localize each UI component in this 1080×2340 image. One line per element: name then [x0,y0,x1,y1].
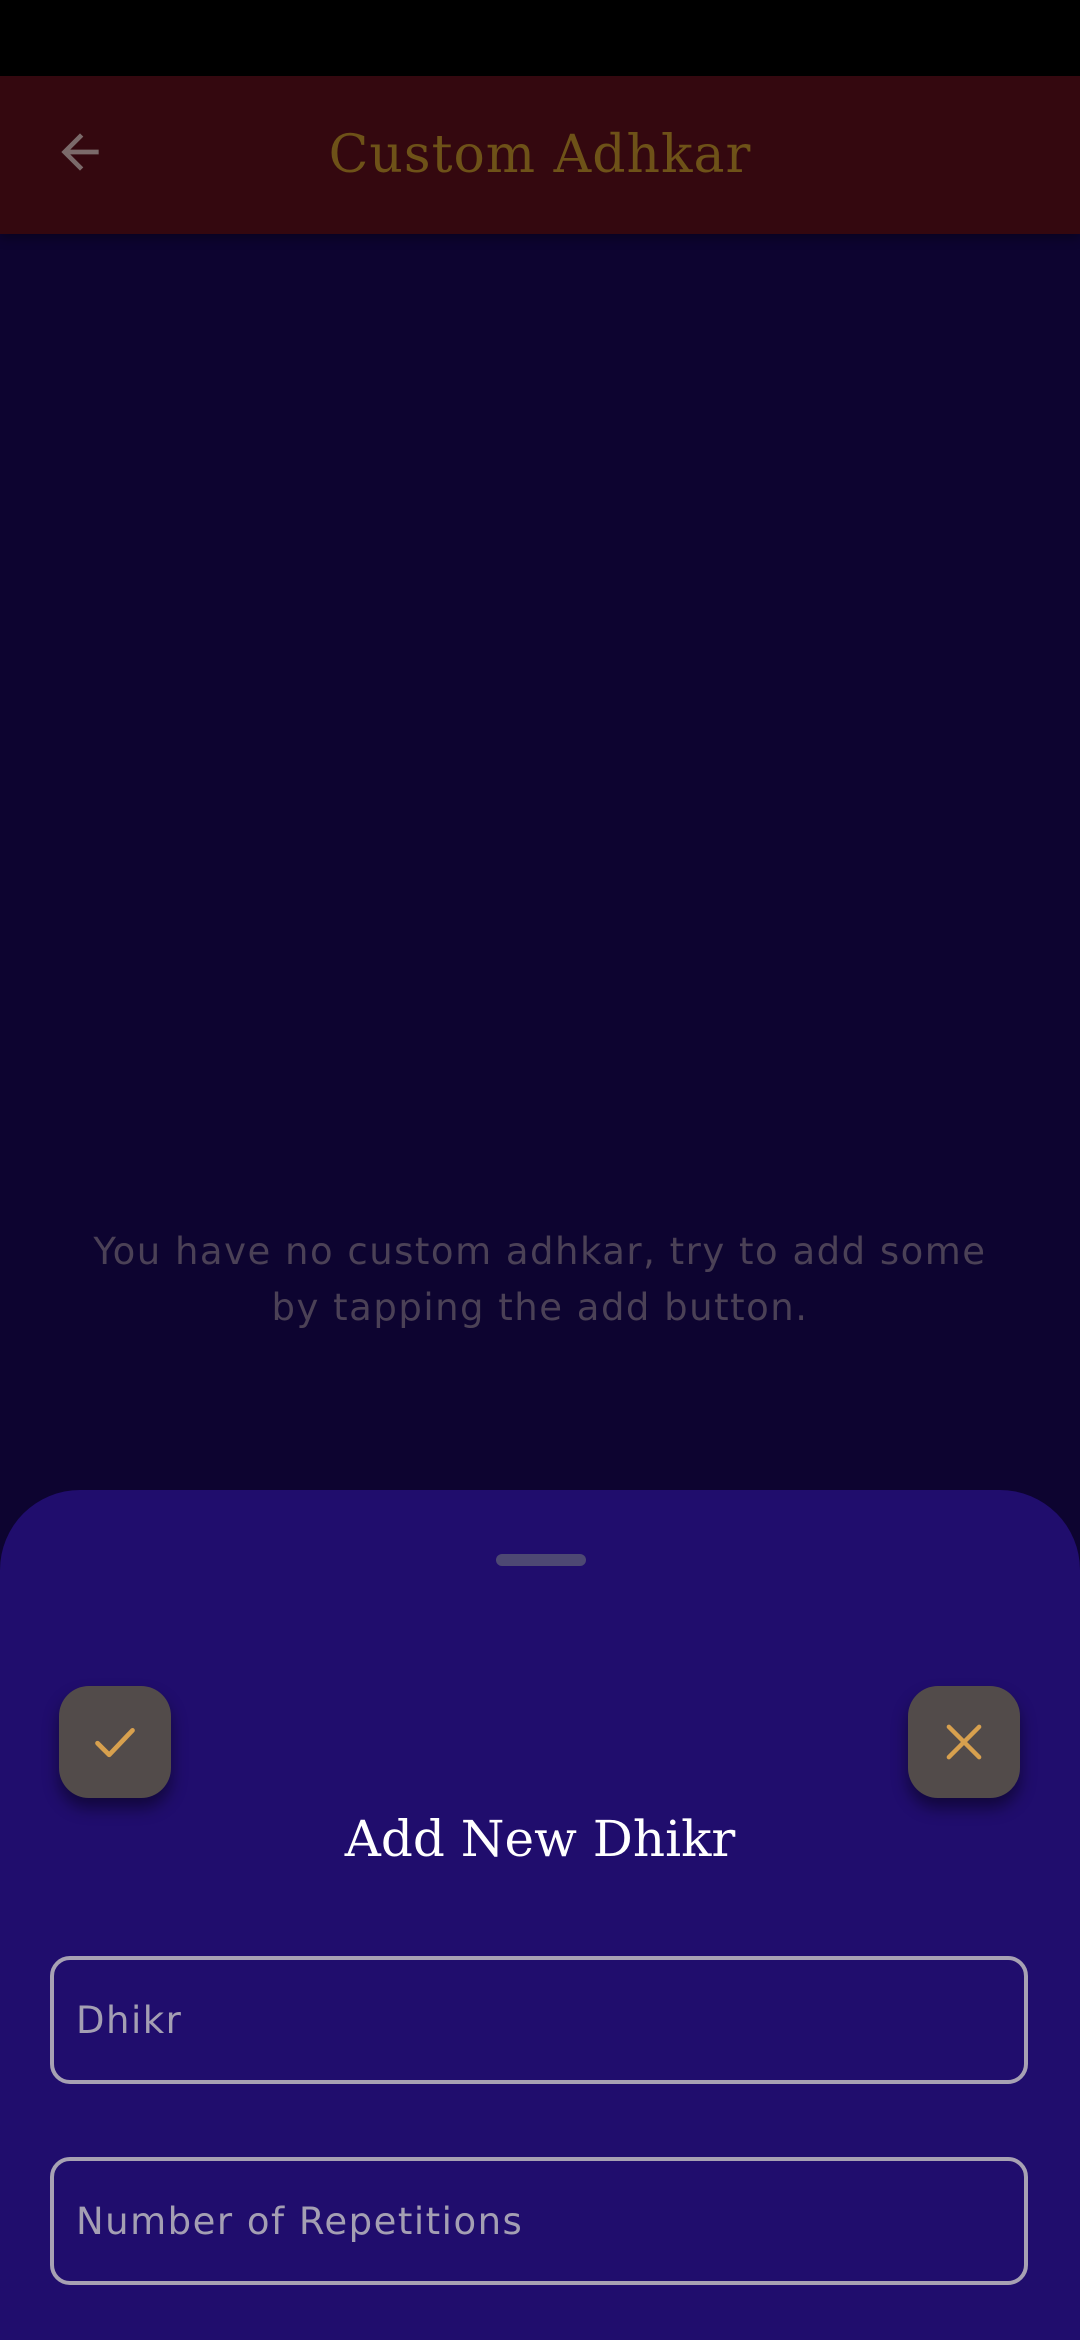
app-bar: Custom Adhkar [0,76,1080,234]
repetitions-input[interactable] [74,2160,1024,2282]
close-icon [946,1724,982,1760]
dhikr-field[interactable] [50,1956,1028,2084]
dhikr-input[interactable] [74,1959,1024,2081]
screen: Custom Adhkar You have no custom adhkar,… [0,0,1080,2340]
repetitions-field[interactable] [50,2157,1028,2285]
check-icon [95,1728,135,1758]
arrow-left-icon [61,133,99,171]
back-button[interactable] [40,112,120,192]
sheet-title: Add New Dhikr [344,1810,736,1868]
add-dhikr-bottom-sheet: Add New Dhikr [0,1490,1080,2340]
page-title: Custom Adhkar [328,125,752,185]
confirm-button[interactable] [59,1686,171,1798]
empty-state-message: You have no custom adhkar, try to add so… [93,1230,987,1329]
status-bar [0,0,1080,76]
cancel-button[interactable] [908,1686,1020,1798]
drag-handle[interactable] [496,1554,586,1566]
